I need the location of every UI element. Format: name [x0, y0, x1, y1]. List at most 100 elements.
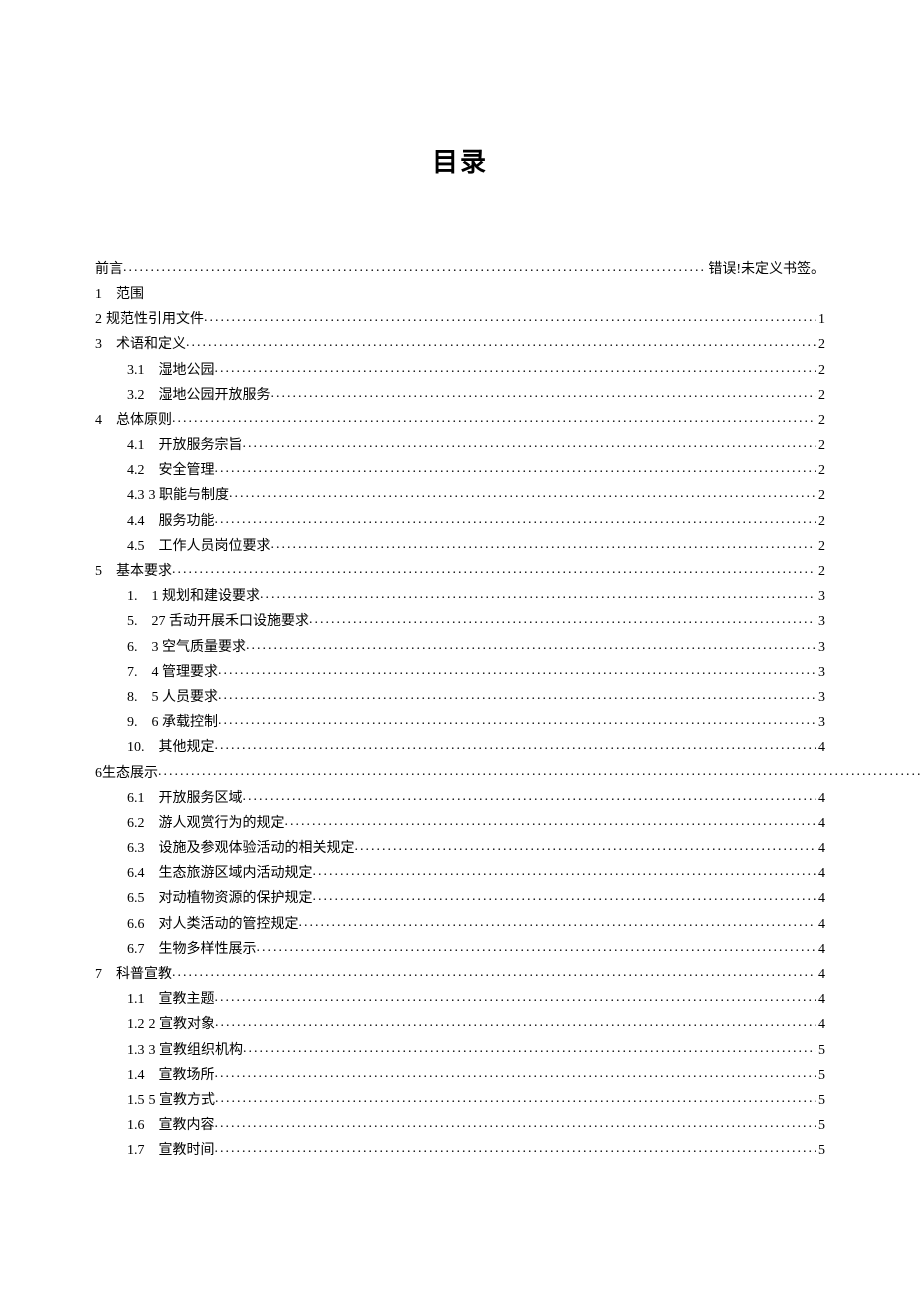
- toc-number: 1.2: [127, 1012, 145, 1037]
- toc-label: 前言: [95, 257, 123, 282]
- toc-number: 9.: [127, 710, 138, 735]
- toc-number: 8.: [127, 685, 138, 710]
- toc-leader-dots: [215, 1086, 816, 1111]
- toc-number: 1.: [127, 584, 138, 609]
- toc-leader-dots: [257, 935, 817, 960]
- toc-entry: 6.3设施及参观体验活动的相关规定4: [95, 836, 825, 861]
- toc-page-number: 2: [816, 358, 825, 383]
- toc-label: 宣教主题: [159, 987, 215, 1012]
- toc-entry: 9. 6 承载控制 3: [95, 710, 825, 735]
- toc-label: 规范性引用文件: [106, 307, 204, 332]
- toc-page-number: 2: [816, 433, 825, 458]
- toc-entry: 6.7生物多样性展示4: [95, 937, 825, 962]
- toc-number: 2: [95, 307, 102, 332]
- toc-number: 1.5: [127, 1088, 145, 1113]
- toc-label: 5 人员要求: [152, 685, 219, 710]
- toc-number: 4: [95, 408, 102, 433]
- toc-number: 6.2: [127, 811, 145, 836]
- toc-entry: 6生态展示4: [95, 761, 825, 786]
- toc-label: 2 宣教对象: [149, 1012, 216, 1037]
- toc-entry: 1.7宣教时间5: [95, 1138, 825, 1163]
- toc-leader-dots: [215, 356, 817, 381]
- toc-leader-dots: [243, 784, 817, 809]
- toc-entry: 7 科普宣教 4: [95, 962, 825, 987]
- toc-page-number: 2: [816, 509, 825, 534]
- toc-leader-dots: [313, 884, 817, 909]
- toc-page-number: 3: [816, 584, 825, 609]
- toc-label: 开放服务宗旨: [159, 433, 243, 458]
- toc-page-number: 2: [816, 483, 825, 508]
- toc-label: 湿地公园开放服务: [159, 383, 271, 408]
- toc-page-number: 1: [816, 307, 825, 332]
- toc-page-number: 5: [816, 1088, 825, 1113]
- toc-entry: 前言错误!未定义书签。: [95, 257, 825, 282]
- toc-page-number: 3: [816, 685, 825, 710]
- toc-page-number: 4: [816, 786, 825, 811]
- toc-label: 服务功能: [159, 509, 215, 534]
- toc-leader-dots: [215, 985, 817, 1010]
- toc-label: 其他规定: [159, 735, 215, 760]
- toc-label: 3 空气质量要求: [152, 635, 247, 660]
- toc-leader-dots: [204, 305, 816, 330]
- toc-number: 7: [95, 962, 102, 987]
- toc-number: 5: [95, 559, 102, 584]
- toc-page-number: 4: [816, 937, 825, 962]
- toc-label: 6 承载控制: [152, 710, 219, 735]
- toc-label: 1 规划和建设要求: [152, 584, 261, 609]
- toc-page-number: 3: [816, 710, 825, 735]
- toc-label: 宣教内容: [159, 1113, 215, 1138]
- toc-entry: 1.33 宣教组织机构5: [95, 1038, 825, 1063]
- toc-entry: 1.55 宣教方式5: [95, 1088, 825, 1113]
- toc-leader-dots: [158, 759, 920, 784]
- toc-number: 6.: [127, 635, 138, 660]
- toc-label: 3 宣教组织机构: [149, 1038, 244, 1063]
- toc-entry: 4.2安全管理2: [95, 458, 825, 483]
- toc-entry: 6.5对动植物资源的保护规定4: [95, 886, 825, 911]
- toc-entry: 1.6宣教内容5: [95, 1113, 825, 1138]
- toc-entry: 4.5工作人员岗位要求2: [95, 534, 825, 559]
- toc-number: 6.6: [127, 912, 145, 937]
- toc-entry: 6.2 游人观赏行为的规定 4: [95, 811, 825, 836]
- toc-label: 总体原则: [116, 408, 172, 433]
- toc-page-number: 2: [816, 383, 825, 408]
- toc-entry: 5.27 舌动开展禾口设施要求3: [95, 609, 825, 634]
- toc-leader-dots: [215, 1136, 817, 1161]
- toc-label: 游人观赏行为的规定: [159, 811, 285, 836]
- toc-leader-dots: [215, 456, 817, 481]
- toc-leader-dots: [186, 330, 816, 355]
- toc-entry: 4.1 开放服务宗旨 2: [95, 433, 825, 458]
- toc-entry: 8. 5 人员要求 3: [95, 685, 825, 710]
- toc-leader-dots: [260, 582, 816, 607]
- toc-page-number: 4: [816, 1012, 825, 1037]
- toc-leader-dots: [172, 406, 816, 431]
- toc-leader-dots: [218, 708, 816, 733]
- toc-page-number: 4: [816, 735, 825, 760]
- toc-entry: 4.4服务功能2: [95, 509, 825, 534]
- toc-label: 科普宣教: [116, 962, 172, 987]
- toc-label: 4 管理要求: [152, 660, 219, 685]
- toc-label: 3 职能与制度: [149, 483, 230, 508]
- toc-leader-dots: [229, 481, 816, 506]
- toc-number: 1.6: [127, 1113, 145, 1138]
- toc-label: 基本要求: [116, 559, 172, 584]
- toc-label: 生物多样性展示: [159, 937, 257, 962]
- toc-leader-dots: [355, 834, 817, 859]
- toc-page-number: 4: [816, 962, 825, 987]
- toc-page-number: 4: [816, 861, 825, 886]
- toc-entry: 3.1湿地公园2: [95, 358, 825, 383]
- toc-number: 3.2: [127, 383, 145, 408]
- toc-page-number: 4: [816, 811, 825, 836]
- toc-number: 6: [95, 761, 102, 786]
- toc-leader-dots: [215, 733, 817, 758]
- toc-page-number: 3: [816, 660, 825, 685]
- toc-leader-dots: [313, 859, 817, 884]
- toc-page-number: 3: [816, 609, 825, 634]
- toc-page-number: 4: [816, 836, 825, 861]
- toc-leader-dots: [172, 557, 816, 582]
- toc-number: 6.4: [127, 861, 145, 886]
- toc-number: 4.1: [127, 433, 145, 458]
- toc-label: 范围: [116, 282, 144, 307]
- toc-entry: 6.4生态旅游区域内活动规定4: [95, 861, 825, 886]
- toc-number: 6.1: [127, 786, 145, 811]
- toc-leader-dots: [123, 255, 706, 280]
